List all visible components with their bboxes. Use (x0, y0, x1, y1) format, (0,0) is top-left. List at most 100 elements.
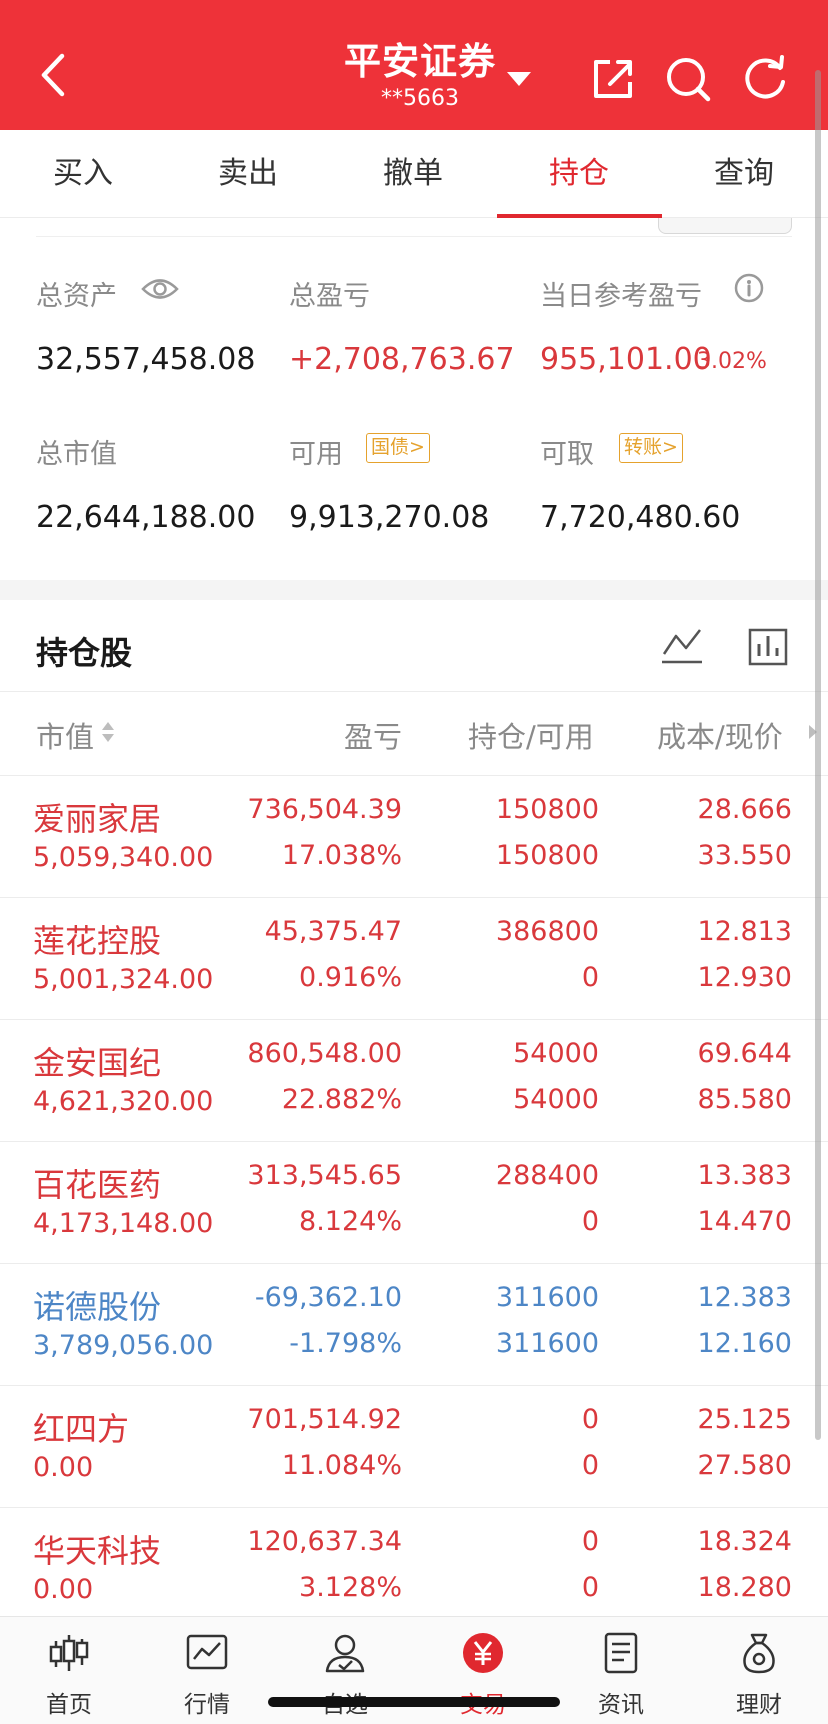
divider (36, 236, 792, 237)
stock-pnl-pct: 0.916% (299, 962, 402, 993)
app-header: 平安证券 **5663 (0, 0, 828, 130)
stock-price: 14.470 (697, 1206, 792, 1237)
tab-query[interactable]: 查询 (669, 130, 819, 218)
total-assets-label: 总资产 (36, 281, 117, 312)
col-pnl: 盈亏 (343, 720, 402, 754)
trend-line-icon[interactable] (660, 626, 704, 670)
stock-position: 386800 (495, 916, 599, 947)
tab-positions[interactable]: 持仓 (504, 130, 654, 218)
share-icon[interactable] (588, 54, 638, 104)
yuan-icon (461, 1631, 505, 1675)
holdings-title: 持仓股 (36, 634, 133, 672)
stock-position: 0 (581, 1526, 599, 1557)
stock-price: 33.550 (697, 840, 792, 871)
stock-pnl: 120,637.34 (247, 1526, 402, 1557)
nav-market[interactable]: 行情 (152, 1617, 262, 1724)
total-pnl-label: 总盈亏 (289, 281, 370, 312)
total-assets-value: 32,557,458.08 (36, 342, 256, 377)
stock-name: 华天科技 (33, 1532, 162, 1570)
table-row[interactable]: 诺德股份 3,789,056.00 -69,362.10 -1.798% 311600 3… (0, 1264, 828, 1386)
account-switcher[interactable]: 平安证券 **5663 (320, 40, 520, 112)
stock-name: 诺德股份 (33, 1288, 162, 1326)
stock-available: 0 (581, 1450, 599, 1481)
back-icon[interactable] (36, 52, 72, 98)
stock-price: 85.580 (697, 1084, 792, 1115)
col-position-available: 持仓/可用 (468, 720, 594, 754)
total-pnl-value: +2,708,763.67 (289, 342, 515, 377)
stock-position: 311600 (495, 1282, 599, 1313)
col-market-value[interactable]: 市值 (36, 714, 94, 756)
caret-down-icon[interactable] (506, 70, 532, 92)
nav-label: 理财 (736, 1692, 782, 1718)
stock-name: 莲花控股 (33, 922, 162, 960)
stock-pnl-pct: 3.128% (299, 1572, 402, 1603)
table-row[interactable]: 百花医药 4,173,148.00 313,545.65 8.124% 288400 0 1… (0, 1142, 828, 1264)
stock-pnl: -69,362.10 (254, 1282, 402, 1313)
sort-icon[interactable] (100, 720, 116, 748)
daily-pnl-pct: 3.02% (697, 349, 767, 374)
stock-cost: 12.383 (697, 1282, 792, 1313)
market-value-value: 22,644,188.00 (36, 500, 256, 535)
stock-pnl-pct: -1.798% (289, 1328, 402, 1359)
stock-available: 150800 (495, 840, 599, 871)
stock-available: 0 (581, 1206, 599, 1237)
refresh-icon[interactable] (740, 54, 790, 104)
stock-pnl-pct: 17.038% (281, 840, 402, 871)
stock-market-value: 5,059,340.00 (33, 842, 214, 873)
tab-cancel-order[interactable]: 撤单 (338, 130, 488, 218)
stock-name: 红四方 (33, 1410, 130, 1448)
daily-pnl-value: 955,101.00 (540, 342, 712, 377)
stock-cost: 69.644 (697, 1038, 792, 1069)
section-gap (0, 580, 828, 600)
stock-available: 311600 (495, 1328, 599, 1359)
table-row[interactable]: 莲花控股 5,001,324.00 45,375.47 0.916% 386800 0 12… (0, 898, 828, 1020)
nav-home[interactable]: 首页 (14, 1617, 124, 1724)
stock-market-value: 4,621,320.00 (33, 1086, 214, 1117)
stock-cost: 25.125 (697, 1404, 792, 1435)
stock-cost: 12.813 (697, 916, 792, 947)
stock-price: 12.160 (697, 1328, 792, 1359)
stock-cost: 18.324 (697, 1526, 792, 1557)
table-row[interactable]: 金安国纪 4,621,320.00 860,548.00 22.882% 54000 54… (0, 1020, 828, 1142)
eye-icon[interactable] (140, 274, 180, 308)
search-icon[interactable] (663, 54, 713, 104)
chart-icon (185, 1631, 229, 1675)
table-row[interactable]: 华天科技 0.00 120,637.34 3.128% 0 0 18.324 18.280 (0, 1508, 828, 1630)
treasury-bond-link[interactable]: 国债> (366, 433, 430, 463)
stock-pnl: 313,545.65 (247, 1160, 402, 1191)
stock-cost: 28.666 (697, 794, 792, 825)
table-row[interactable]: 爱丽家居 5,059,340.00 736,504.39 17.038% 150800 1… (0, 776, 828, 898)
stock-available: 0 (581, 1572, 599, 1603)
stock-pnl-pct: 8.124% (299, 1206, 402, 1237)
scrollbar[interactable] (815, 70, 821, 1440)
stock-price: 27.580 (697, 1450, 792, 1481)
stock-market-value: 0.00 (33, 1574, 94, 1605)
stock-pnl: 701,514.92 (247, 1404, 402, 1435)
stock-market-value: 5,001,324.00 (33, 964, 214, 995)
stock-position: 150800 (495, 794, 599, 825)
stock-position: 288400 (495, 1160, 599, 1191)
nav-wealth[interactable]: 理财 (704, 1617, 814, 1724)
available-label: 可用 (289, 439, 343, 470)
tab-buy[interactable]: 买入 (8, 130, 158, 218)
tab-sell[interactable]: 卖出 (173, 130, 323, 218)
withdrawable-value: 7,720,480.60 (540, 500, 741, 535)
nav-news[interactable]: 资讯 (566, 1617, 676, 1724)
nav-trade[interactable]: 交易 (428, 1617, 538, 1724)
stock-available: 54000 (513, 1084, 599, 1115)
info-icon[interactable] (733, 272, 765, 308)
holdings-column-header: 市值 盈亏 持仓/可用 成本/现价 (0, 692, 828, 776)
stock-pnl: 736,504.39 (247, 794, 402, 825)
daily-pnl-label: 当日参考盈亏 (540, 281, 702, 312)
bar-chart-icon[interactable] (748, 626, 788, 670)
nav-watchlist[interactable]: 自选 (290, 1617, 400, 1724)
market-value-label: 总市值 (36, 439, 117, 470)
nav-label: 行情 (184, 1692, 230, 1718)
table-row[interactable]: 红四方 0.00 701,514.92 11.084% 0 0 25.125 27.580 (0, 1386, 828, 1508)
available-value: 9,913,270.08 (289, 500, 490, 535)
home-indicator (268, 1697, 560, 1707)
stock-name: 百花医药 (33, 1166, 162, 1204)
stock-market-value: 0.00 (33, 1452, 94, 1483)
stock-market-value: 3,789,056.00 (33, 1330, 214, 1361)
transfer-link[interactable]: 转账> (619, 433, 683, 463)
